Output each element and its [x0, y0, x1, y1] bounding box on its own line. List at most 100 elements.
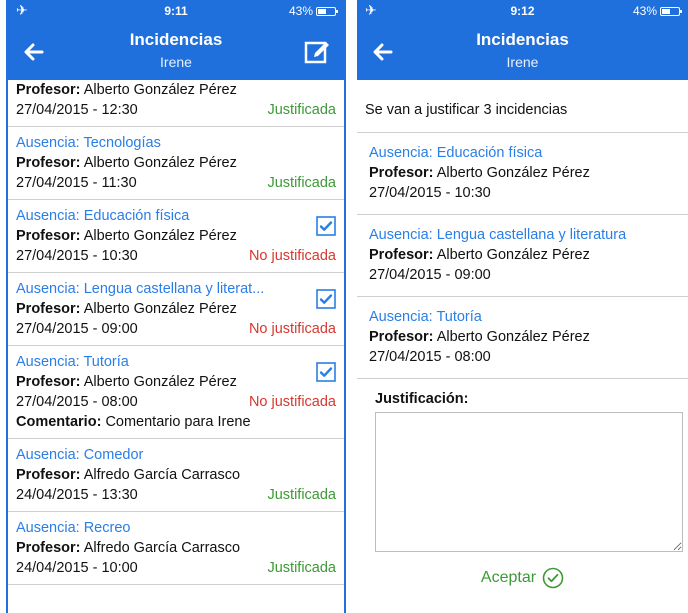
profesor-name: Alberto González Pérez: [436, 165, 590, 181]
status-text: Justificada: [267, 487, 336, 503]
justification-label: Justificación:: [375, 391, 469, 407]
incidencias-list: Profesor: Alberto González Pérez 27/04/2…: [8, 60, 344, 585]
date-text: 27/04/2015 - 11:30: [16, 175, 137, 191]
page-title: Incidencias: [129, 30, 223, 49]
date-text: 24/04/2015 - 10:00: [16, 560, 138, 576]
edit-icon[interactable]: [304, 38, 330, 64]
list-item: Ausencia: Educación física Profesor: Albe…: [357, 133, 688, 215]
incidencia-title: Ausencia: Educación física: [16, 208, 190, 224]
incidencia-title: Ausencia: Comedor: [16, 447, 144, 463]
date-text: 24/04/2015 - 13:30: [16, 487, 138, 503]
profesor-line: Profesor: Alfredo García Carrasco: [16, 465, 336, 485]
profesor-line: Profesor: Alberto González Pérez: [369, 163, 676, 183]
date-text: 27/04/2015 - 08:00: [16, 394, 138, 410]
justification-textarea[interactable]: [375, 412, 683, 552]
profesor-label: Profesor:: [16, 374, 81, 390]
status-text: No justificada: [248, 248, 336, 264]
profesor-label: Profesor:: [16, 467, 81, 483]
comment-label: Comentario:: [16, 414, 102, 430]
incidencia-title: Ausencia: Tecnologías: [16, 135, 161, 151]
incidencia-title: Ausencia: Recreo: [16, 520, 131, 536]
list-item[interactable]: Ausencia: Tecnologías Profesor: Alberto G…: [8, 127, 344, 200]
checkbox-checked-icon[interactable]: [316, 362, 336, 382]
profesor-name: Alberto González Pérez: [83, 374, 237, 390]
list-item[interactable]: Ausencia: Recreo Profesor: Alfredo García…: [8, 512, 344, 585]
date-status-row: 24/04/2015 - 10:00 Justificada: [16, 558, 336, 578]
profesor-line: Profesor: Alberto González Pérez: [16, 226, 336, 246]
justificar-screen: ✈ 9:12 43% Incidencias Irene Se van a ju…: [357, 0, 688, 613]
profesor-label: Profesor:: [369, 165, 434, 181]
incidencia-title: Ausencia: Educación física: [369, 145, 543, 161]
profesor-line: Profesor: Alberto González Pérez: [16, 372, 336, 392]
page-title: Incidencias: [476, 30, 569, 49]
date-status-row: 27/04/2015 - 08:00 No justificada: [16, 392, 336, 412]
date-text: 27/04/2015 - 09:00: [16, 321, 138, 337]
status-bar: ✈ 9:11 43%: [8, 0, 344, 22]
page-subtitle: Irene: [506, 54, 539, 70]
profesor-label: Profesor:: [16, 540, 81, 556]
selected-incidencias-list: Se van a justificar 3 incidencias Ausenc…: [357, 80, 688, 407]
battery-icon: [316, 6, 338, 16]
date-text: 27/04/2015 - 09:00: [369, 267, 491, 283]
profesor-line: Profesor: Alberto González Pérez: [16, 299, 336, 319]
status-text: No justificada: [248, 394, 336, 410]
date-status-row: 27/04/2015 - 09:00 No justificada: [16, 319, 336, 339]
profesor-line: Profesor: Alberto González Pérez: [16, 80, 336, 100]
list-item[interactable]: Ausencia: Lengua castellana y literat...…: [8, 273, 344, 346]
profesor-name: Alberto González Pérez: [83, 82, 237, 98]
status-text: Justificada: [267, 175, 336, 191]
profesor-line: Profesor: Alberto González Pérez: [369, 245, 676, 265]
list-item: Ausencia: Tutoría Profesor: Alberto Gonzá…: [357, 297, 688, 379]
nav-header: ✈ 9:11 43% Incidencias Irene: [8, 0, 344, 80]
list-item[interactable]: Ausencia: Educación física Profesor: Albe…: [8, 200, 344, 273]
incidencia-title: Ausencia: Lengua castellana y literat...: [16, 281, 265, 297]
incidencia-title: Ausencia: Lengua castellana y literatura: [369, 227, 627, 243]
status-text: Justificada: [267, 102, 336, 118]
profesor-label: Profesor:: [16, 82, 81, 98]
battery-percent: 43%: [288, 4, 313, 18]
status-text: Justificada: [267, 560, 336, 576]
profesor-line: Profesor: Alberto González Pérez: [369, 327, 676, 347]
profesor-name: Alfredo García Carrasco: [83, 467, 241, 483]
date-text: 27/04/2015 - 12:30: [16, 102, 138, 118]
profesor-label: Profesor:: [369, 329, 434, 345]
profesor-label: Profesor:: [369, 247, 434, 263]
status-text: No justificada: [248, 321, 336, 337]
comment-text: Comentario para Irene: [105, 414, 251, 430]
battery-indicator: 43%: [288, 4, 338, 18]
profesor-name: Alfredo García Carrasco: [83, 540, 241, 556]
page-subtitle: Irene: [160, 54, 192, 70]
battery-icon: [660, 6, 682, 16]
profesor-line: Profesor: Alberto González Pérez: [16, 153, 336, 173]
list-item[interactable]: Ausencia: Comedor Profesor: Alfredo Garcí…: [8, 439, 344, 512]
checkbox-checked-icon[interactable]: [316, 216, 336, 236]
accept-button[interactable]: Aceptar: [357, 567, 688, 589]
profesor-name: Alberto González Pérez: [436, 247, 590, 263]
date-status-row: 24/04/2015 - 13:30 Justificada: [16, 485, 336, 505]
profesor-label: Profesor:: [16, 155, 81, 171]
summary-text: Se van a justificar 3 incidencias: [357, 80, 688, 133]
checkbox-checked-icon[interactable]: [316, 289, 336, 309]
profesor-label: Profesor:: [16, 228, 81, 244]
profesor-name: Alberto González Pérez: [83, 155, 237, 171]
date-text: 27/04/2015 - 10:30: [369, 185, 491, 201]
profesor-name: Alberto González Pérez: [436, 329, 590, 345]
incidencia-title: Ausencia: Tutoría: [369, 309, 482, 325]
profesor-name: Alberto González Pérez: [83, 301, 237, 317]
list-item: Ausencia: Lengua castellana y literatura…: [357, 215, 688, 297]
battery-indicator: 43%: [633, 4, 682, 18]
date-status-row: 27/04/2015 - 11:30 Justificada: [16, 173, 336, 193]
list-item[interactable]: Ausencia: Tutoría Profesor: Alberto Gonzá…: [8, 346, 344, 439]
incidencias-list-screen: Profesor: Alberto González Pérez 27/04/2…: [6, 0, 346, 613]
incidencia-title: Ausencia: Tutoría: [16, 354, 129, 370]
comment-line: Comentario: Comentario para Irene: [16, 412, 336, 432]
nav-header: ✈ 9:12 43% Incidencias Irene: [357, 0, 688, 80]
profesor-label: Profesor:: [16, 301, 81, 317]
date-status-row: 27/04/2015 - 10:30 No justificada: [16, 246, 336, 266]
check-circle-icon: [542, 567, 564, 589]
date-text: 27/04/2015 - 10:30: [16, 248, 138, 264]
profesor-line: Profesor: Alfredo García Carrasco: [16, 538, 336, 558]
status-bar: ✈ 9:12 43%: [357, 0, 688, 22]
date-text: 27/04/2015 - 08:00: [369, 349, 491, 365]
profesor-name: Alberto González Pérez: [83, 228, 237, 244]
